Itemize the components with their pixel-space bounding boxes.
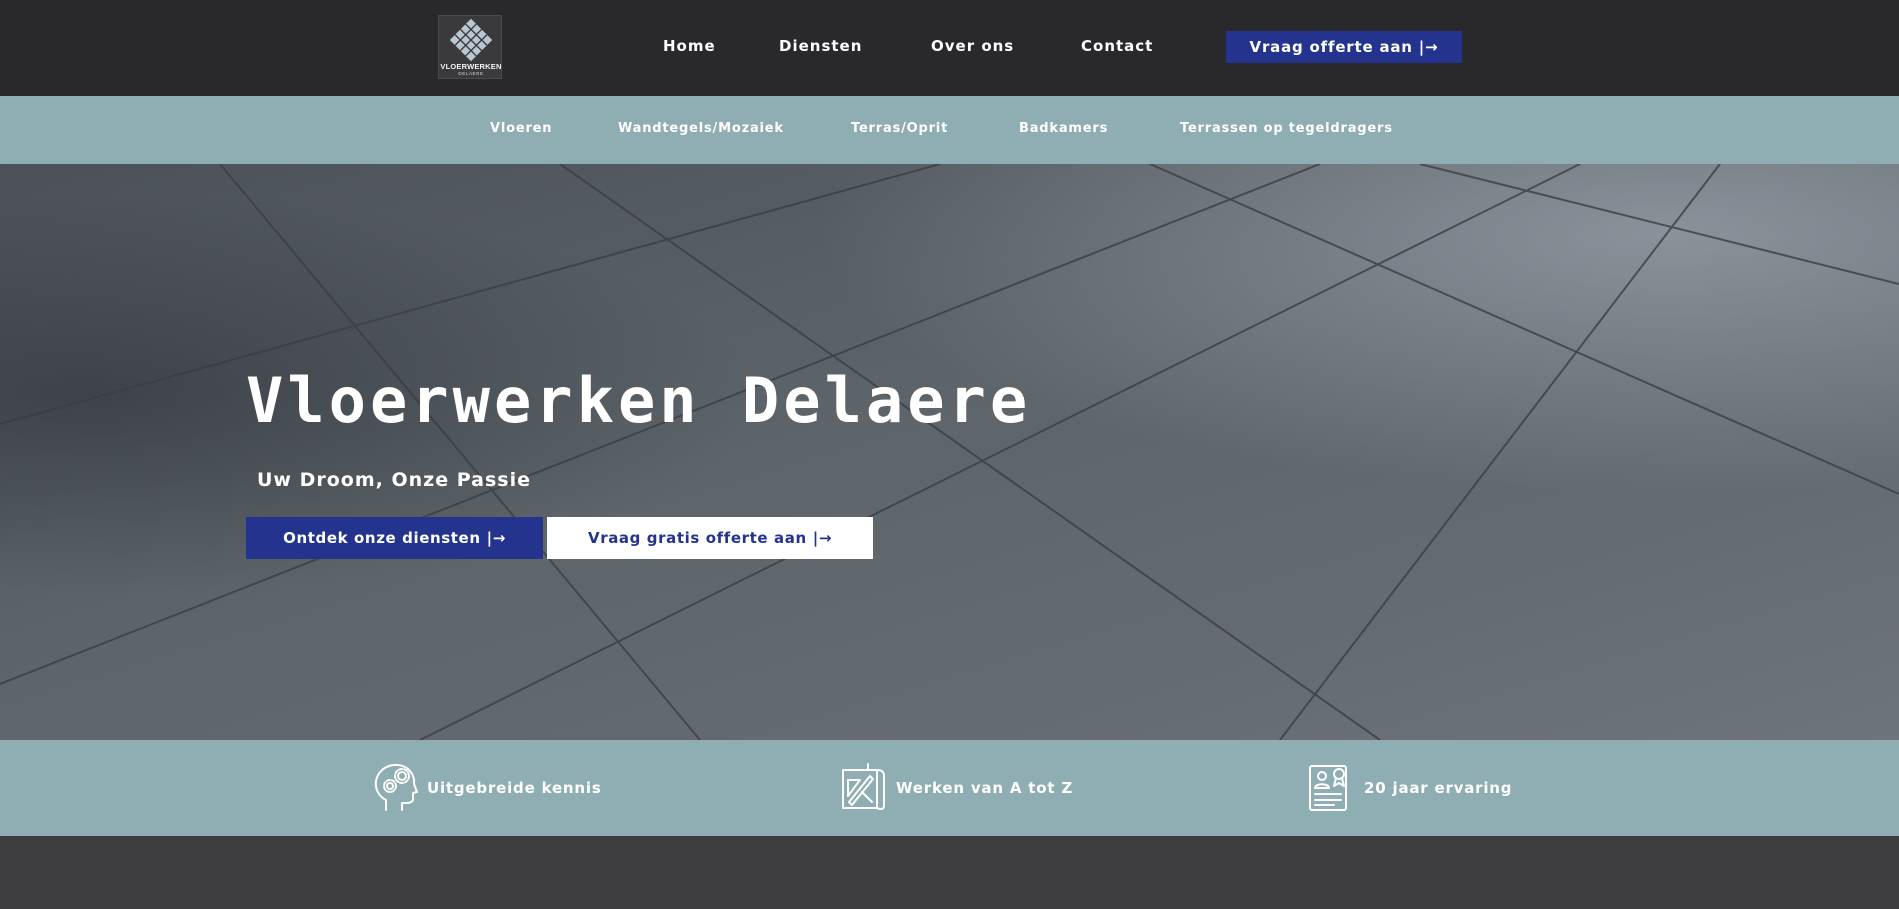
discover-services-button[interactable]: Ontdek onze diensten |→ xyxy=(246,517,543,559)
nav-home[interactable]: Home xyxy=(663,37,716,55)
site-header: VLOERWERKEN DELAERE Home Diensten Over o… xyxy=(0,0,1899,96)
request-quote-button[interactable]: Vraag offerte aan |→ xyxy=(1226,31,1462,63)
hero-subtitle: Uw Droom, Onze Passie xyxy=(257,469,531,491)
blueprint-tools-icon xyxy=(842,763,885,811)
feature-knowledge-label: Uitgebreide kennis xyxy=(427,779,602,797)
page-bottom xyxy=(0,836,1899,909)
subnav-vloeren[interactable]: Vloeren xyxy=(490,121,552,136)
request-quote-label: Vraag offerte aan xyxy=(1249,38,1413,56)
feature-a-to-z-label: Werken van A tot Z xyxy=(896,779,1074,797)
free-quote-button[interactable]: Vraag gratis offerte aan |→ xyxy=(547,517,873,559)
tiled-floor-background xyxy=(0,164,1899,740)
feature-experience-label: 20 jaar ervaring xyxy=(1364,779,1513,797)
discover-services-label: Ontdek onze diensten xyxy=(283,529,481,547)
subnav-badkamers[interactable]: Badkamers xyxy=(1019,121,1108,136)
services-subnav: Vloeren Wandtegels/Mozaiek Terras/Oprit … xyxy=(0,96,1899,164)
arrow-right-bar-icon: |→ xyxy=(486,529,506,547)
arrow-right-bar-icon: |→ xyxy=(812,529,832,547)
hero-section: Vloerwerken Delaere Uw Droom, Onze Passi… xyxy=(0,164,1899,740)
hero-title: Vloerwerken Delaere xyxy=(246,364,1032,437)
nav-over-ons[interactable]: Over ons xyxy=(931,37,1014,55)
logo-subname: DELAERE xyxy=(458,71,484,76)
logo-name: VLOERWERKEN xyxy=(440,62,502,71)
subnav-terras-oprit[interactable]: Terras/Oprit xyxy=(851,121,948,136)
subnav-terrassen-tegeldragers[interactable]: Terrassen op tegeldragers xyxy=(1180,121,1393,136)
head-gear-icon xyxy=(374,763,418,811)
features-band: Uitgebreide kennis Werken van A tot Z 20… xyxy=(0,740,1899,836)
subnav-wandtegels[interactable]: Wandtegels/Mozaiek xyxy=(618,121,784,136)
free-quote-label: Vraag gratis offerte aan xyxy=(588,529,807,547)
site-logo[interactable]: VLOERWERKEN DELAERE xyxy=(438,15,502,79)
nav-contact[interactable]: Contact xyxy=(1081,37,1153,55)
arrow-right-bar-icon: |→ xyxy=(1418,38,1439,56)
certificate-icon xyxy=(1309,765,1347,811)
nav-diensten[interactable]: Diensten xyxy=(779,37,862,55)
